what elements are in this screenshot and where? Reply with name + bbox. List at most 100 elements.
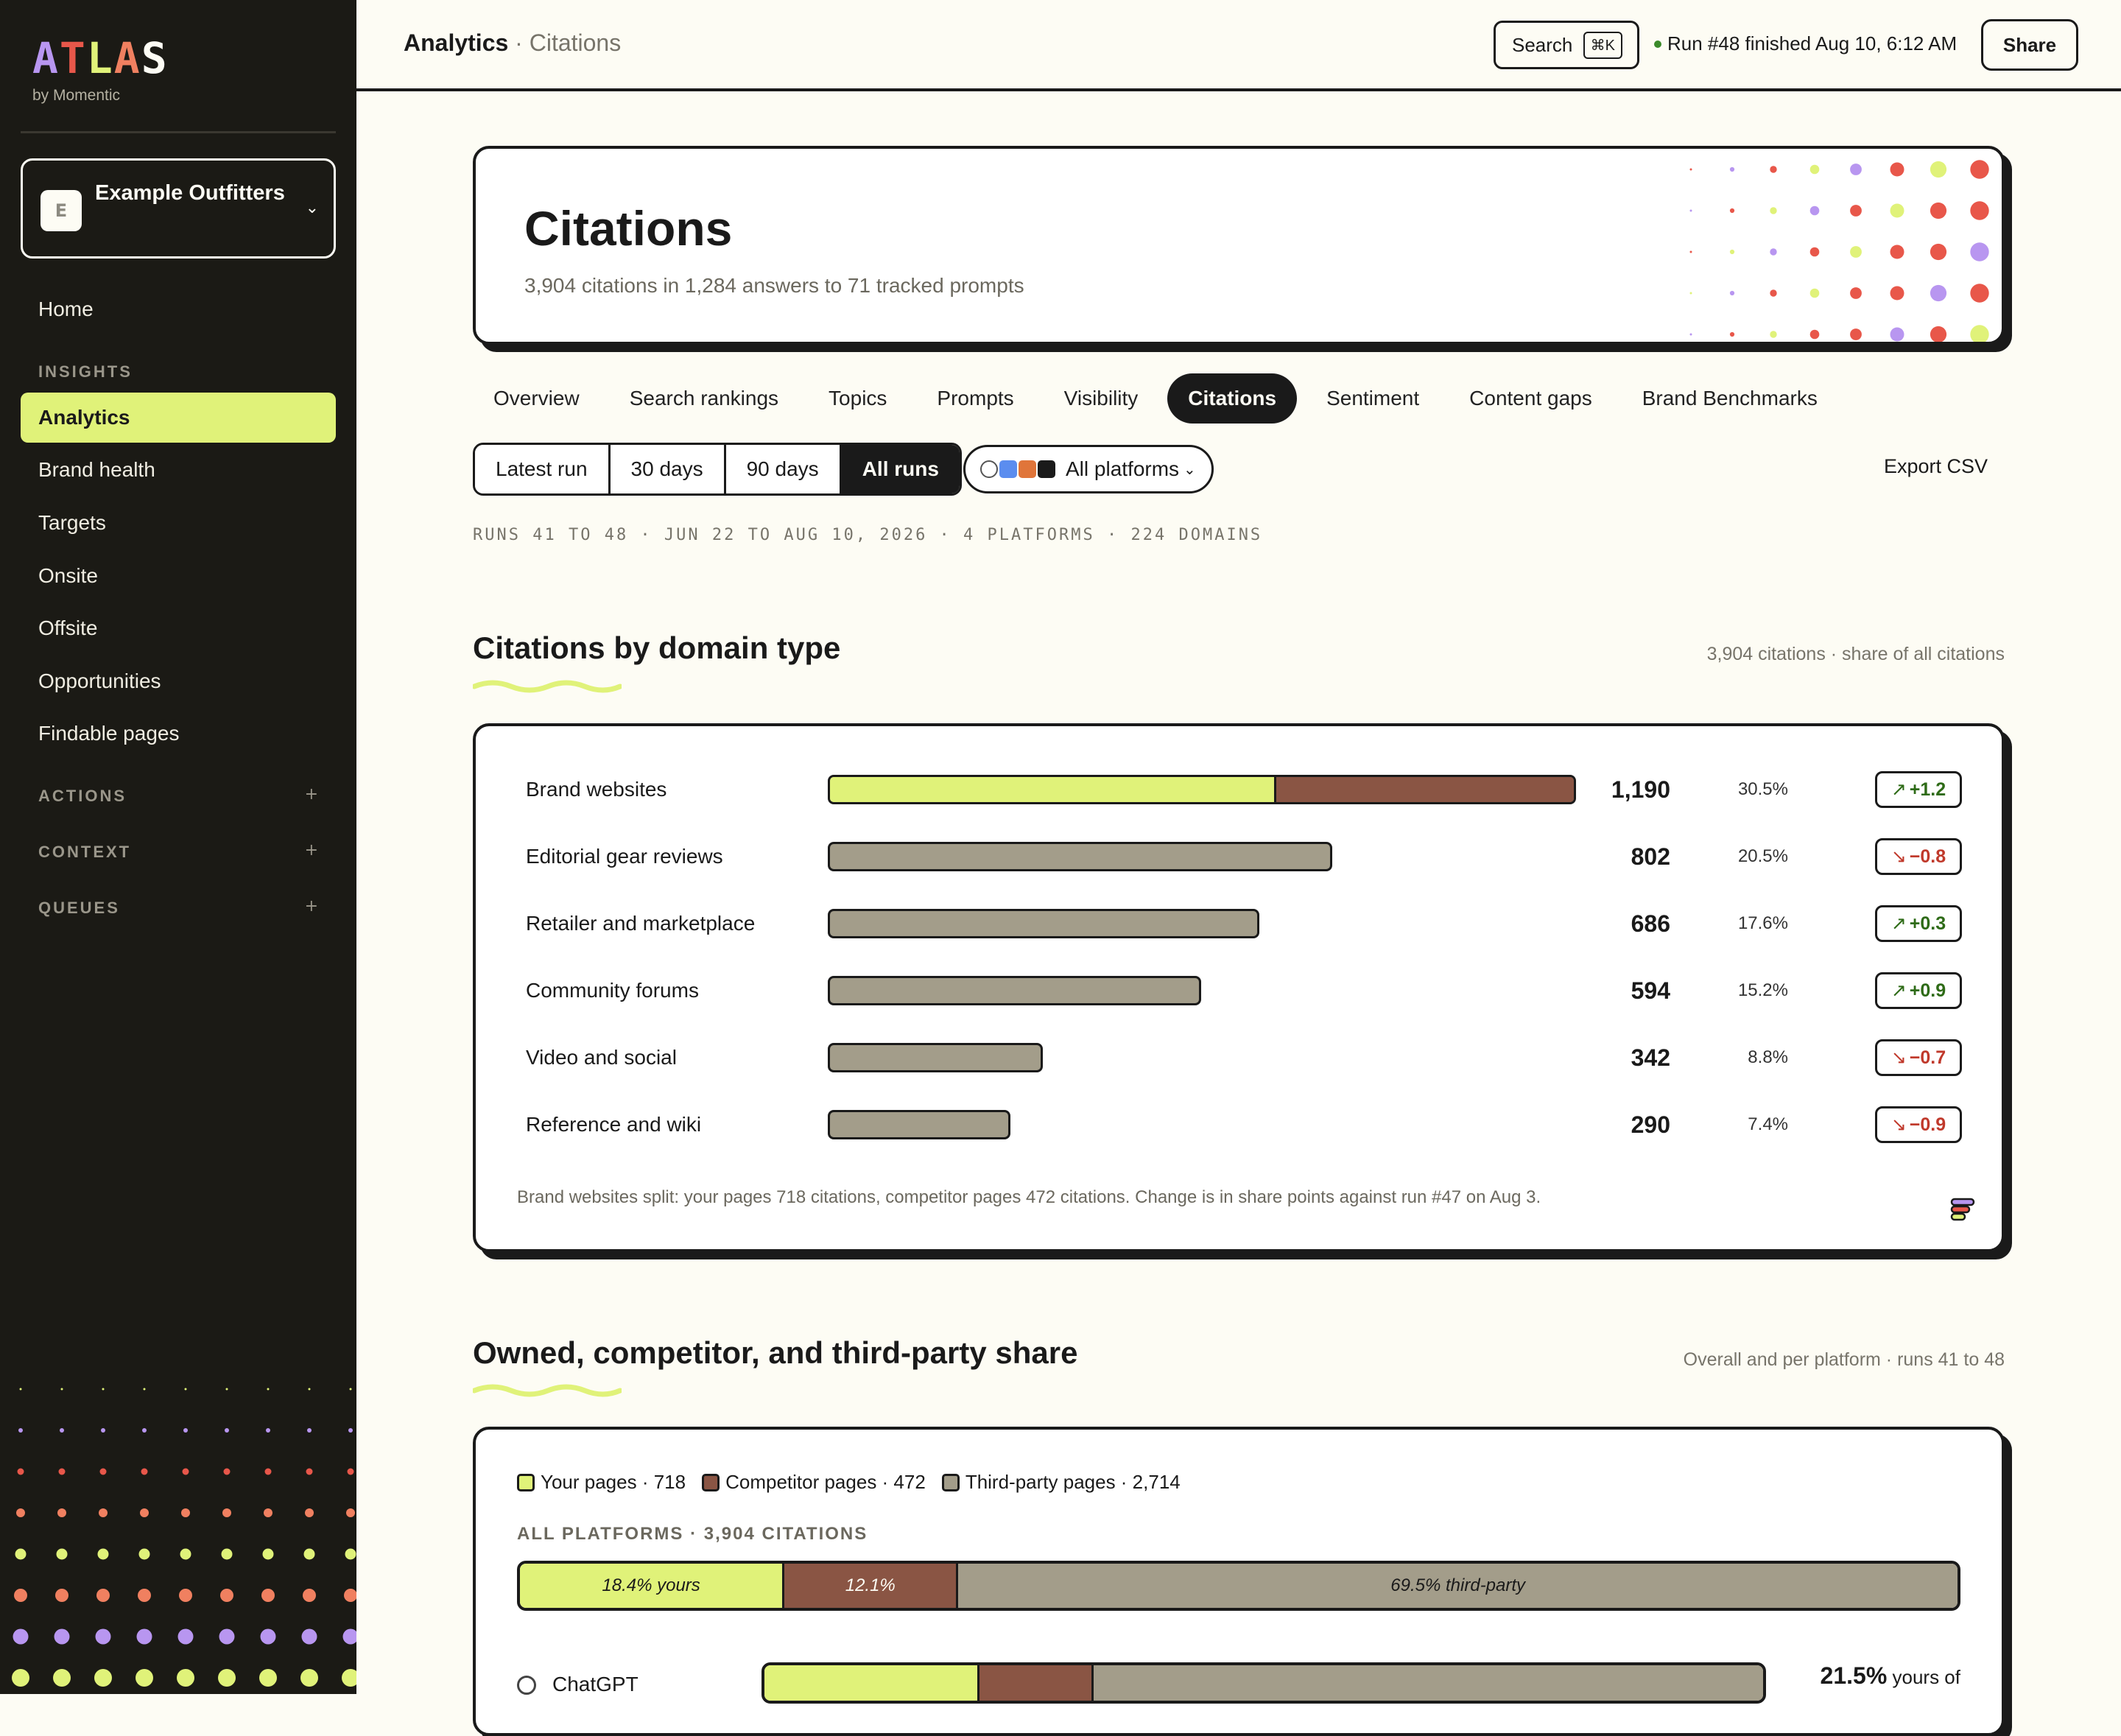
overall-competitor-segment[interactable]: 12.1% <box>784 1564 959 1608</box>
tab-content-gaps[interactable]: Content gaps <box>1449 373 1613 424</box>
platform-third-party-segment[interactable] <box>1094 1665 1763 1701</box>
platform-competitor-segment[interactable] <box>979 1665 1094 1701</box>
range-latest-run[interactable]: Latest run <box>475 445 611 493</box>
legend-label: Your pages · 718 <box>541 1471 686 1493</box>
run-status-text: Run #48 finished Aug 10, 6:12 AM <box>1667 32 1958 55</box>
top-bar: Analytics · Citations Search ⌘K Run #48 … <box>356 0 2121 91</box>
domain-count: 342 <box>1631 1044 1670 1071</box>
legend-label: Third-party pages · 2,714 <box>965 1471 1181 1493</box>
expand-queues-icon[interactable]: + <box>305 897 318 916</box>
trend-down-icon: ↘ <box>1890 1114 1907 1135</box>
atlas-logo[interactable]: ATLAS <box>32 37 169 80</box>
platform-filter-dropdown[interactable]: All platforms ⌄ <box>963 445 1214 493</box>
sidebar-section-context[interactable]: CONTEXT <box>38 843 131 862</box>
domain-bar <box>828 909 1259 938</box>
domain-delta-badge: ↗ +1.2 <box>1875 771 1962 808</box>
breadcrumb-analytics[interactable]: Analytics <box>404 29 508 56</box>
org-name: Example Outfitters <box>95 181 285 205</box>
export-csv-button[interactable]: Export CSV <box>1884 455 1988 478</box>
domain-label: Reference and wiki <box>526 1113 702 1136</box>
legend-your-pages[interactable]: Your pages · 718 <box>517 1471 686 1494</box>
sidebar-section-insights: INSIGHTS <box>38 362 133 381</box>
search-label: Search <box>1512 33 1573 56</box>
search-shortcut: ⌘K <box>1583 32 1622 59</box>
sidebar-item-brand-health[interactable]: Brand health <box>21 445 336 495</box>
domain-row[interactable]: Community forums 594 15.2% ↗ +0.9 <box>526 969 1962 1013</box>
legend-third-party-pages[interactable]: Third-party pages · 2,714 <box>941 1471 1181 1494</box>
chevron-down-icon: ⌄ <box>1183 461 1196 478</box>
domain-label: Editorial gear reviews <box>526 845 723 868</box>
tab-sentiment[interactable]: Sentiment <box>1306 373 1440 424</box>
domain-row[interactable]: Video and social 342 8.8% ↘ −0.7 <box>526 1036 1962 1080</box>
sidebar-section-queues[interactable]: QUEUES <box>38 899 120 918</box>
domain-count: 290 <box>1631 1111 1670 1138</box>
expand-actions-icon[interactable]: + <box>305 785 318 804</box>
sidebar-item-analytics[interactable]: Analytics <box>21 393 336 443</box>
domain-row[interactable]: Retailer and marketplace 686 17.6% ↗ +0.3 <box>526 902 1962 946</box>
platform-share-bar <box>761 1662 1766 1704</box>
share-legend: Your pages · 718 Competitor pages · 472 … <box>517 1471 1181 1494</box>
sidebar-item-findable-pages[interactable]: Findable pages <box>21 709 336 759</box>
trend-up-icon: ↗ <box>1890 779 1907 800</box>
page-header-card: Citations 3,904 citations in 1,284 answe… <box>473 146 2005 345</box>
domain-share: 30.5% <box>1737 779 1788 799</box>
expand-context-icon[interactable]: + <box>305 841 318 860</box>
sidebar: ATLAS by Momentic E Example Outfitters ⌄… <box>0 0 356 1694</box>
tab-brand-benchmarks[interactable]: Brand Benchmarks <box>1622 373 1838 424</box>
org-avatar: E <box>41 190 82 231</box>
domain-row[interactable]: Reference and wiki 290 7.4% ↘ −0.9 <box>526 1103 1962 1147</box>
breadcrumb: Analytics · Citations <box>404 29 621 57</box>
domain-row[interactable]: Brand websites 1,190 30.5% ↗ +1.2 <box>526 767 1962 812</box>
search-button[interactable]: Search ⌘K <box>1494 21 1639 69</box>
overall-third-party-segment[interactable]: 69.5% third-party <box>958 1564 1958 1608</box>
range-90-days[interactable]: 90 days <box>725 445 842 493</box>
domain-delta-badge: ↗ +0.3 <box>1875 905 1962 942</box>
analytics-tabs: Overview Search rankings Topics Prompts … <box>473 373 1847 424</box>
domain-bar <box>828 1043 1043 1072</box>
tab-prompts[interactable]: Prompts <box>916 373 1034 424</box>
org-switcher[interactable]: E Example Outfitters ⌄ <box>21 158 336 259</box>
legend-competitor-pages[interactable]: Competitor pages · 472 <box>702 1471 926 1494</box>
domain-count: 1,190 <box>1611 776 1670 803</box>
chatgpt-icon <box>980 460 998 478</box>
platform-yours-segment[interactable] <box>764 1665 979 1701</box>
domain-delta-badge: ↘ −0.7 <box>1875 1039 1962 1076</box>
all-platforms-label: ALL PLATFORMS · 3,904 CITATIONS <box>517 1524 868 1544</box>
tab-visibility[interactable]: Visibility <box>1044 373 1159 424</box>
trend-up-icon: ↗ <box>1890 913 1907 934</box>
sidebar-item-home[interactable]: Home <box>21 284 336 334</box>
perplexity-icon <box>1038 460 1055 478</box>
platform-name: ChatGPT <box>552 1673 639 1695</box>
sidebar-item-targets[interactable]: Targets <box>21 498 336 548</box>
tab-search-rankings[interactable]: Search rankings <box>609 373 799 424</box>
domain-delta-badge: ↘ −0.8 <box>1875 838 1962 875</box>
overall-yours-segment[interactable]: 18.4% yours <box>520 1564 785 1608</box>
platform-row-chatgpt: ChatGPT 21.5% yours of <box>517 1662 1960 1707</box>
delta-value: +0.3 <box>1909 913 1946 934</box>
range-30-days[interactable]: 30 days <box>610 445 726 493</box>
domain-count: 686 <box>1631 910 1670 937</box>
sidebar-item-opportunities[interactable]: Opportunities <box>21 656 336 706</box>
tab-topics[interactable]: Topics <box>808 373 907 424</box>
platform-filter-label: All platforms <box>1066 457 1180 480</box>
decorative-dot-pattern <box>12 1388 356 1687</box>
sidebar-item-onsite[interactable]: Onsite <box>21 551 336 601</box>
domain-label: Video and social <box>526 1046 677 1069</box>
domain-bar <box>828 1110 1010 1139</box>
decorative-dot-grid <box>1689 160 1989 342</box>
share-button[interactable]: Share <box>1981 19 2078 71</box>
share-section-title: Owned, competitor, and third-party share <box>473 1335 1078 1370</box>
title-underline-squiggle <box>473 680 622 693</box>
sidebar-item-offsite[interactable]: Offsite <box>21 603 336 653</box>
domain-type-card: Brand websites 1,190 30.5% ↗ +1.2 Editorial g… <box>473 723 2005 1252</box>
range-all-runs[interactable]: All runs <box>841 445 960 493</box>
sidebar-divider <box>21 131 336 133</box>
runs-meta-line: RUNS 41 TO 48 · JUN 22 TO AUG 10, 2026 ·… <box>473 526 1263 544</box>
brand-byline: by Momentic <box>32 87 121 104</box>
domain-row[interactable]: Editorial gear reviews 802 20.5% ↘ −0.8 <box>526 834 1962 879</box>
stack-layers-icon[interactable] <box>1949 1198 1975 1230</box>
tab-citations[interactable]: Citations <box>1167 373 1298 424</box>
status-dot-icon <box>1654 40 1661 48</box>
sidebar-section-actions[interactable]: ACTIONS <box>38 787 127 806</box>
tab-overview[interactable]: Overview <box>473 373 600 424</box>
